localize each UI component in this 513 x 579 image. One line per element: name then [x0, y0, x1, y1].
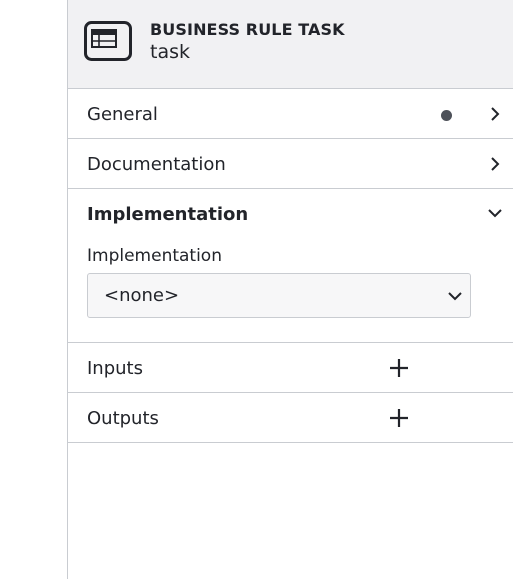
group-general: General	[68, 89, 513, 139]
chevron-down-icon	[448, 292, 462, 301]
data-marker-dot	[441, 110, 452, 121]
group-general-title: General	[87, 104, 158, 125]
group-documentation-title: Documentation	[87, 154, 226, 175]
group-implementation-title: Implementation	[87, 204, 249, 225]
chevron-down-icon[interactable]	[486, 204, 504, 222]
group-inputs: Inputs	[68, 343, 513, 393]
element-type-label: BUSINESS RULE TASK	[150, 20, 345, 39]
group-documentation-header[interactable]: Documentation	[68, 139, 513, 188]
implementation-select[interactable]: <none>	[87, 273, 471, 318]
panel-header: BUSINESS RULE TASK task	[68, 0, 513, 89]
chevron-right-icon[interactable]	[486, 105, 504, 123]
group-outputs-header[interactable]: Outputs	[68, 393, 513, 442]
group-outputs: Outputs	[68, 393, 513, 443]
add-output-icon[interactable]	[388, 407, 410, 429]
element-name: task	[150, 41, 190, 63]
group-implementation-header[interactable]: Implementation	[68, 189, 513, 238]
group-inputs-title: Inputs	[87, 358, 143, 379]
group-general-header[interactable]: General	[68, 89, 513, 138]
properties-panel: BUSINESS RULE TASK task General Document…	[67, 0, 513, 579]
implementation-field-label: Implementation	[87, 246, 222, 266]
group-implementation: Implementation Implementation <none>	[68, 189, 513, 343]
business-rule-task-icon	[84, 21, 132, 61]
group-inputs-header[interactable]: Inputs	[68, 343, 513, 392]
chevron-right-icon[interactable]	[486, 155, 504, 173]
diagram-canvas[interactable]	[0, 0, 67, 579]
add-input-icon[interactable]	[388, 357, 410, 379]
implementation-select-value: <none>	[104, 285, 180, 306]
group-documentation: Documentation	[68, 139, 513, 189]
group-outputs-title: Outputs	[87, 408, 159, 429]
